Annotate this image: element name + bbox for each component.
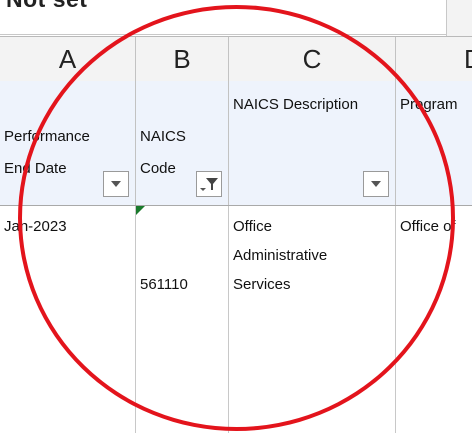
cell-program[interactable]: Office of <box>396 206 472 433</box>
name-box-value: Not set <box>6 0 87 13</box>
filter-dropdown-button[interactable] <box>103 171 129 197</box>
header-label: NAICS Description <box>233 96 359 113</box>
filter-active-button[interactable] <box>196 171 222 197</box>
cell-naics-code[interactable]: 561110 <box>136 206 229 433</box>
column-header-b[interactable]: B <box>136 37 229 81</box>
column-header-row: A B C D <box>0 36 472 82</box>
column-header-a[interactable]: A <box>0 37 136 81</box>
table-header-row: Performance End Date NAICS Code NAICS De… <box>0 81 472 206</box>
column-header-d[interactable]: D <box>396 37 472 81</box>
formula-area: Not set <box>0 0 472 36</box>
dropdown-arrow-icon <box>111 181 121 187</box>
header-label: NAICS Code <box>140 128 186 177</box>
header-cell-program[interactable]: Program <box>396 81 472 205</box>
formula-bar-edge <box>446 0 472 36</box>
spreadsheet-view: Not set A B C D Performance End Date NAI… <box>0 0 472 433</box>
cell-performance-end-date[interactable]: Jan-2023 <box>0 206 136 433</box>
header-cell-performance-end-date[interactable]: Performance End Date <box>0 81 136 205</box>
filter-dropdown-button[interactable] <box>363 171 389 197</box>
error-indicator-icon <box>136 206 145 215</box>
name-box[interactable]: Not set <box>0 0 446 35</box>
filter-active-icon <box>200 178 218 191</box>
header-cell-naics-code[interactable]: NAICS Code <box>136 81 229 205</box>
table-row: Jan-2023 561110 Office Administrative Se… <box>0 206 472 433</box>
dropdown-arrow-icon <box>371 181 381 187</box>
cell-value: 561110 <box>140 276 188 293</box>
cell-naics-description[interactable]: Office Administrative Services <box>229 206 396 433</box>
header-label: Program <box>400 96 458 113</box>
header-cell-naics-description[interactable]: NAICS Description <box>229 81 396 205</box>
column-header-c[interactable]: C <box>229 37 396 81</box>
header-label: Performance End Date <box>4 128 90 177</box>
